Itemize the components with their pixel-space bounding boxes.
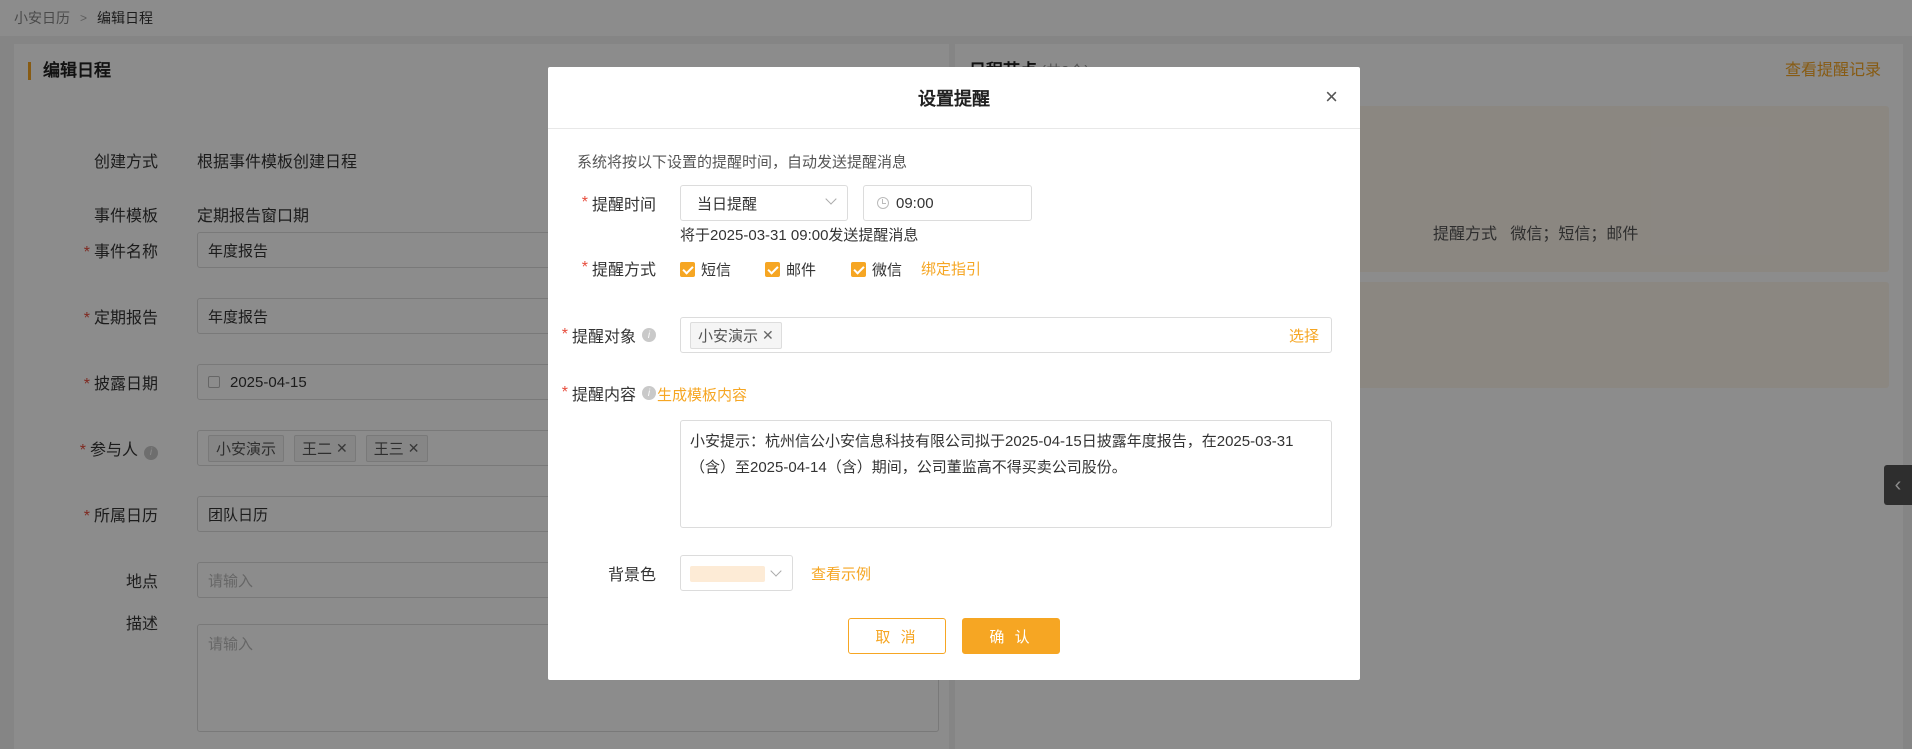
chevron-down-icon (825, 193, 837, 205)
set-reminder-dialog: 设置提醒 × 系统将按以下设置的提醒时间，自动发送提醒消息 * 提醒时间 当日提醒… (548, 67, 1360, 680)
required-mark: * (561, 384, 568, 401)
choose-target-link[interactable]: 选择 (1289, 325, 1319, 346)
bg-color-label: 背景色 (607, 567, 656, 584)
required-mark: * (561, 326, 568, 343)
reminder-content-textarea[interactable]: 小安提示：杭州信公小安信息科技有限公司拟于2025-04-15日披露年度报告，在… (680, 420, 1332, 528)
target-tag: 小安演示 ✕ (690, 321, 782, 349)
checkbox-sms[interactable]: 短信 (680, 259, 731, 280)
color-swatch (690, 566, 765, 582)
close-icon[interactable]: × (1325, 85, 1338, 109)
reminder-day-select[interactable]: 当日提醒 (680, 185, 848, 221)
reminder-method-label: 提醒方式 (591, 262, 656, 279)
checkbox-wechat[interactable]: 微信 (851, 259, 902, 280)
dialog-title: 设置提醒 (918, 88, 990, 109)
bg-color-select[interactable] (680, 555, 793, 591)
view-example-link[interactable]: 查看示例 (811, 563, 871, 584)
send-time-hint: 将于2025-03-31 09:00发送提醒消息 (680, 227, 919, 244)
reminder-time-picker[interactable]: 09:00 (863, 185, 1032, 221)
bind-guide-link[interactable]: 绑定指引 (921, 258, 981, 279)
reminder-time-label: 提醒时间 (591, 197, 656, 214)
cancel-button[interactable]: 取 消 (848, 618, 946, 654)
remove-tag-icon[interactable]: ✕ (762, 327, 774, 344)
reminder-content-label: 提醒内容 (571, 387, 636, 404)
generate-template-link[interactable]: 生成模板内容 (657, 384, 747, 405)
checkbox-checked-icon (851, 262, 866, 277)
reminder-target-label: 提醒对象 (571, 329, 636, 346)
checkbox-checked-icon (680, 262, 695, 277)
dialog-note: 系统将按以下设置的提醒时间，自动发送提醒消息 (577, 154, 908, 171)
checkbox-checked-icon (765, 262, 780, 277)
info-icon[interactable]: i (642, 386, 656, 400)
reminder-target-input[interactable]: 小安演示 ✕ 选择 (680, 317, 1332, 353)
required-mark: * (581, 194, 588, 211)
clock-icon (877, 197, 889, 209)
chevron-down-icon (770, 565, 782, 577)
info-icon[interactable]: i (642, 328, 656, 342)
checkbox-email[interactable]: 邮件 (765, 259, 816, 280)
confirm-button[interactable]: 确 认 (962, 618, 1060, 654)
required-mark: * (581, 259, 588, 276)
